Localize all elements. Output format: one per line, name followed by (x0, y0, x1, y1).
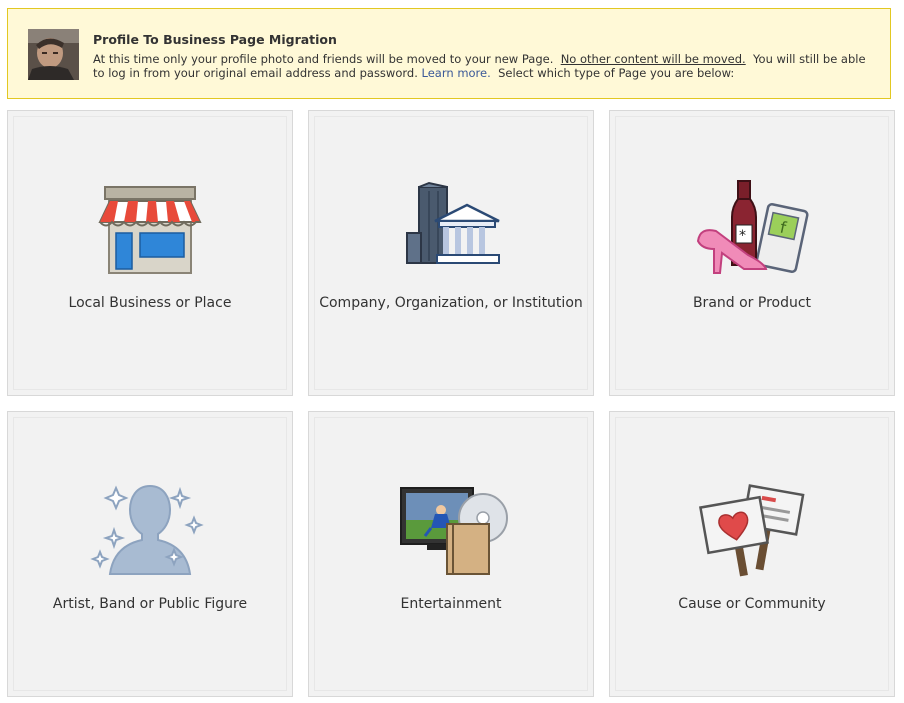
learn-more-link[interactable]: Learn more. (422, 66, 491, 80)
tile-label: Artist, Band or Public Figure (52, 596, 248, 612)
notice-text: At this time only your profile photo and… (93, 52, 873, 80)
media-icon (315, 478, 587, 578)
tile-label: Local Business or Place (68, 295, 232, 311)
tile-label: Cause or Community (678, 596, 826, 612)
notice-title: Profile To Business Page Migration (93, 32, 337, 47)
silhouette-icon (14, 478, 286, 578)
avatar (28, 29, 79, 80)
tile-inner: f * Brand or Product (615, 116, 889, 390)
tile-label: Entertainment (400, 596, 502, 612)
tile-cause[interactable]: Cause or Community (609, 411, 895, 697)
tile-label: Brand or Product (692, 295, 812, 311)
products-icon: f * (616, 177, 888, 277)
notice-text-part-1: At this time only your profile photo and… (93, 52, 554, 66)
tile-inner: Entertainment (314, 417, 588, 691)
tile-brand-product[interactable]: f * Brand or Product (609, 110, 895, 396)
tile-company[interactable]: Company, Organization, or Institution (308, 110, 594, 396)
tile-entertainment[interactable]: Entertainment (308, 411, 594, 697)
notice-warning: No other content will be moved. (560, 52, 746, 66)
tile-inner: Artist, Band or Public Figure (13, 417, 287, 691)
tile-inner: Cause or Community (615, 417, 889, 691)
tile-label: Company, Organization, or Institution (319, 295, 583, 311)
storefront-icon (14, 177, 286, 277)
buildings-icon (315, 177, 587, 277)
notice-text-part-3: Select which type of Page you are below: (498, 66, 735, 80)
tile-inner: Company, Organization, or Institution (314, 116, 588, 390)
tile-artist[interactable]: Artist, Band or Public Figure (7, 411, 293, 697)
tile-local-business[interactable]: Local Business or Place (7, 110, 293, 396)
migration-notice: Profile To Business Page Migration At th… (7, 8, 891, 99)
tile-inner: Local Business or Place (13, 116, 287, 390)
signs-icon (616, 478, 888, 578)
svg-text:*: * (739, 228, 746, 244)
